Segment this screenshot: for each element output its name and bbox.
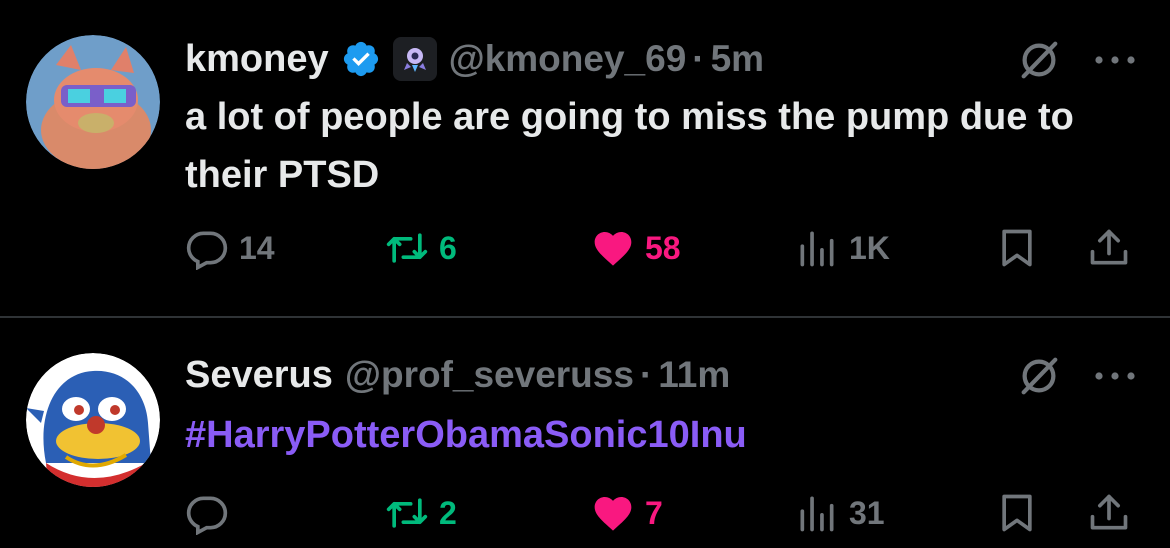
bookmark-button[interactable] xyxy=(995,488,1039,538)
like-count: 7 xyxy=(645,494,663,531)
tweet-text: a lot of people are going to miss the pu… xyxy=(185,96,1074,196)
author-handle[interactable]: @kmoney_69 xyxy=(449,38,687,80)
more-icon[interactable] xyxy=(1092,366,1138,386)
bookmark-icon xyxy=(1002,494,1032,532)
tweet-header: Severus @prof_severuss · 11m xyxy=(185,350,730,400)
separator-dot: · xyxy=(639,354,653,395)
grok-icon[interactable] xyxy=(1016,37,1062,83)
heart-icon xyxy=(594,497,632,531)
retweet-button[interactable]: 2 xyxy=(385,488,457,538)
heart-icon xyxy=(594,232,632,266)
reply-count: 14 xyxy=(239,229,275,266)
grok-icon[interactable] xyxy=(1016,353,1062,399)
like-button[interactable]: 58 xyxy=(591,223,681,273)
share-icon xyxy=(1090,494,1128,530)
author-handle[interactable]: @prof_severuss xyxy=(345,354,634,396)
like-button[interactable]: 7 xyxy=(591,488,663,538)
action-bar: 14 6 58 1K xyxy=(185,223,1145,273)
share-button[interactable] xyxy=(1087,223,1131,273)
tweet-2[interactable]: Severus @prof_severuss · 11m #HarryPotte… xyxy=(0,318,1170,548)
retweet-count: 2 xyxy=(439,494,457,531)
author-name[interactable]: Severus xyxy=(185,354,333,397)
views-icon xyxy=(800,496,834,532)
share-icon xyxy=(1090,229,1128,265)
tweet-1[interactable]: kmoney @kmoney_69 · 5m a lot of people a… xyxy=(0,0,1170,317)
hashtag-link[interactable]: #HarryPotterObamaSonic10Inu xyxy=(185,406,1145,464)
retweet-icon xyxy=(386,498,428,528)
avatar[interactable] xyxy=(26,35,160,169)
action-bar: 2 7 31 xyxy=(185,488,1145,538)
rocket-badge-icon xyxy=(392,37,437,81)
reply-button[interactable]: 14 xyxy=(185,223,275,273)
timestamp[interactable]: 11m xyxy=(658,354,730,396)
share-button[interactable] xyxy=(1087,488,1131,538)
avatar[interactable] xyxy=(26,353,160,487)
views-button[interactable]: 31 xyxy=(795,488,885,538)
verified-badge-icon xyxy=(343,41,378,77)
views-count: 1K xyxy=(849,229,890,266)
like-count: 58 xyxy=(645,229,681,266)
more-icon[interactable] xyxy=(1092,50,1138,70)
reply-icon xyxy=(186,496,228,535)
timestamp[interactable]: 5m xyxy=(711,38,764,80)
retweet-icon xyxy=(386,233,428,263)
reply-icon xyxy=(186,231,228,270)
views-icon xyxy=(800,231,834,267)
retweet-count: 6 xyxy=(439,229,457,266)
tweet-header: kmoney @kmoney_69 · 5m xyxy=(185,34,764,84)
retweet-button[interactable]: 6 xyxy=(385,223,457,273)
views-count: 31 xyxy=(849,494,885,531)
views-button[interactable]: 1K xyxy=(795,223,890,273)
bookmark-icon xyxy=(1002,229,1032,267)
separator-dot: · xyxy=(692,38,705,79)
bookmark-button[interactable] xyxy=(995,223,1039,273)
author-name[interactable]: kmoney xyxy=(185,38,329,81)
reply-button[interactable] xyxy=(185,488,239,538)
